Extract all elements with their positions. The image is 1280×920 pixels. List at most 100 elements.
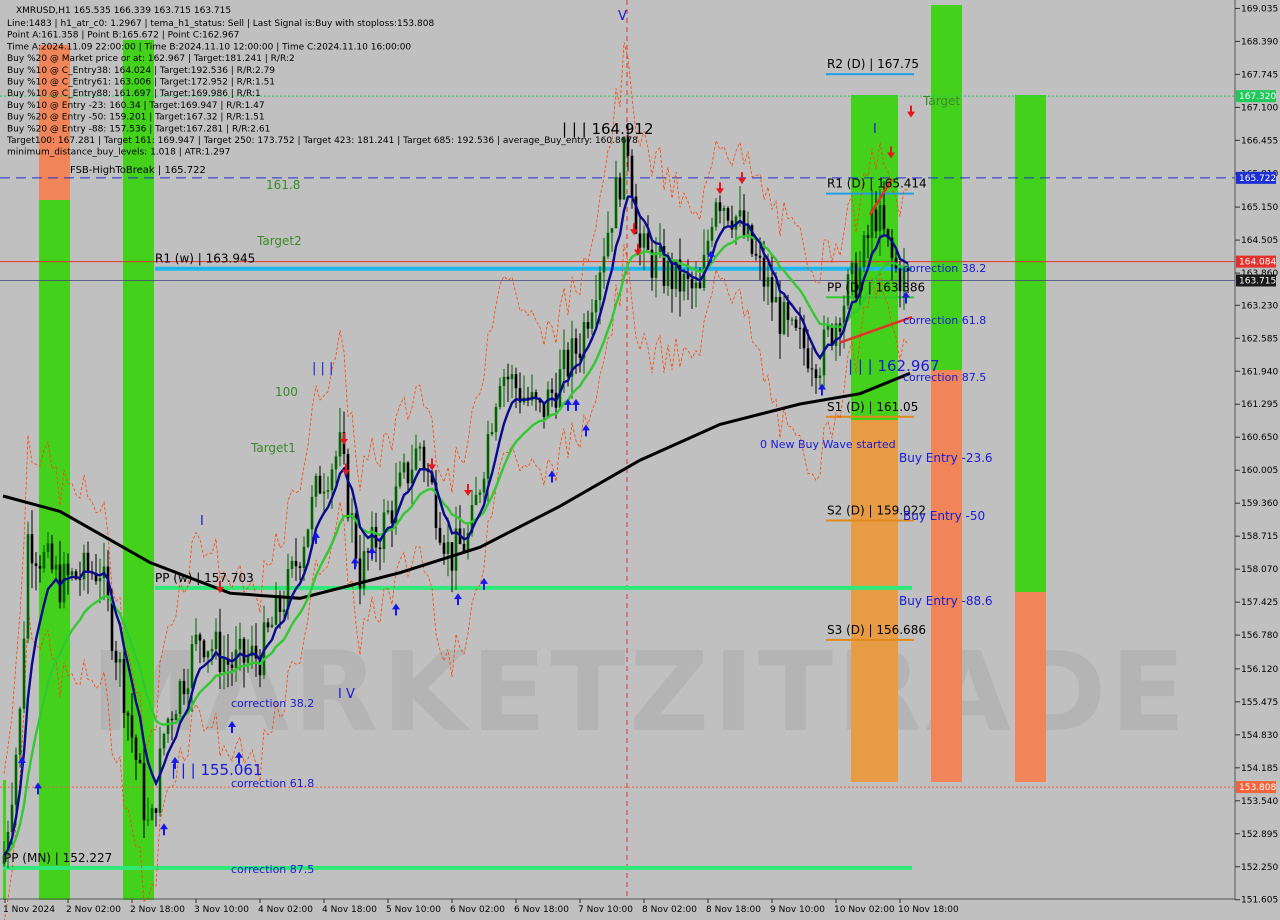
daily-pivot-line [826, 638, 914, 641]
candle-body [198, 634, 202, 641]
candle-body [510, 374, 514, 380]
candle-body [66, 563, 70, 576]
y-tick-label: 157.425 [1241, 598, 1278, 608]
candle-body [334, 456, 338, 470]
candle-body [50, 543, 54, 570]
candle-body [786, 301, 790, 320]
candle-body [490, 432, 494, 435]
candle-body [882, 205, 886, 230]
y-tick-label: 162.585 [1241, 334, 1278, 344]
candle-body [294, 560, 298, 567]
daily-pivot-line [826, 519, 914, 522]
candle-body [98, 578, 102, 582]
candle-body [642, 233, 646, 248]
candle-body [726, 208, 730, 221]
y-tick-label: 155.475 [1241, 698, 1278, 708]
candle-body [266, 622, 270, 628]
candle-body [206, 651, 210, 658]
info-line: Buy %20 @ Entry -50: 159.201 | Target:16… [7, 113, 265, 123]
candle-body [70, 571, 74, 576]
candle-body [146, 819, 150, 821]
candle-body [30, 534, 34, 564]
candle-body [758, 255, 762, 258]
candle-body [710, 226, 714, 241]
price-axis: 169.035168.390167.745167.100166.455165.8… [1234, 0, 1280, 906]
candle-body [398, 472, 402, 487]
candle-body [714, 202, 718, 227]
price-chart[interactable]: MARKETZITRADE R2 (D) | 167.75R1 (D) | 16… [0, 0, 1280, 920]
x-tick-label: 10 Nov 18:00 [898, 905, 959, 915]
candle-body [242, 638, 246, 663]
candle-body [238, 638, 242, 650]
y-tick-label: 156.120 [1241, 665, 1278, 675]
candle-body [406, 462, 410, 484]
y-tick-label: 161.295 [1241, 400, 1278, 410]
candle-body [246, 656, 250, 663]
info-line: Buy %10 @ C_Entry88: 161.697 | Target:16… [7, 89, 261, 99]
level-label: R1 (w) | 163.945 [155, 252, 255, 266]
target-label: 100 [275, 385, 298, 399]
candle-body [814, 369, 818, 379]
pp-weekly-line [155, 585, 912, 590]
candle-body [166, 718, 170, 734]
x-tick-label: 6 Nov 18:00 [514, 905, 569, 915]
candle-body [818, 375, 822, 379]
candle-body [866, 235, 870, 238]
candle-body [598, 272, 602, 300]
candle-body [310, 496, 314, 530]
candle-body [682, 273, 686, 292]
candle-body [798, 327, 802, 329]
candle-body [874, 209, 878, 232]
info-line: Target100: 167.281 | Target 161: 169.947… [6, 136, 638, 146]
x-tick-label: 8 Nov 18:00 [706, 905, 761, 915]
candle-body [142, 763, 146, 821]
candle-body [330, 469, 334, 491]
candle-body [122, 658, 126, 714]
candle-body [18, 708, 22, 755]
x-tick-label: 7 Nov 10:00 [578, 905, 633, 915]
candle-body [306, 529, 310, 547]
candle-body [194, 634, 198, 645]
candle-body [794, 319, 798, 328]
candle-body [622, 137, 626, 200]
candle-body [770, 277, 774, 303]
daily-pivot-line [826, 192, 914, 195]
candle-body [574, 338, 578, 354]
candle-body [22, 638, 26, 709]
candle-body [270, 624, 274, 628]
price-tag-label: 153.808 [1239, 783, 1276, 793]
y-tick-label: 152.250 [1241, 863, 1278, 873]
candle-body [486, 434, 490, 479]
y-tick-label: 160.005 [1241, 466, 1278, 476]
price-tag-label: 165.722 [1239, 174, 1276, 184]
zone-band [851, 420, 898, 782]
info-line: Line:1483 | h1_atr_c0: 1.2967 | tema_h1_… [7, 19, 434, 29]
candle-body [718, 202, 722, 211]
candle-body [386, 510, 390, 513]
info-line: Buy %20 @ Market price or at: 162.967 | … [7, 54, 295, 64]
candle-body [178, 680, 182, 714]
candle-body [230, 664, 234, 668]
y-tick-label: 160.650 [1241, 433, 1278, 443]
candle-body [578, 353, 582, 358]
candle-body [774, 297, 778, 303]
candle-body [26, 534, 30, 639]
buy-entry-label: Buy Entry -50 [903, 509, 985, 523]
candle-body [222, 658, 226, 673]
candle-body [134, 737, 138, 760]
x-tick-label: 10 Nov 02:00 [834, 905, 895, 915]
candle-body [722, 208, 726, 211]
level-label: PP (D) | 163.386 [827, 280, 925, 294]
info-line: Buy %20 @ Entry -88: 157.536 | Target:16… [7, 124, 270, 134]
candle-body [694, 282, 698, 289]
candle-body [514, 374, 518, 389]
candle-body [862, 235, 866, 268]
candle-body [506, 376, 510, 380]
candle-body [158, 748, 162, 813]
candle-body [118, 658, 122, 663]
x-tick-label: 5 Nov 10:00 [386, 905, 441, 915]
y-tick-label: 163.230 [1241, 301, 1278, 311]
candle-body [778, 297, 782, 334]
candle-body [298, 566, 302, 568]
candle-body [130, 715, 134, 738]
